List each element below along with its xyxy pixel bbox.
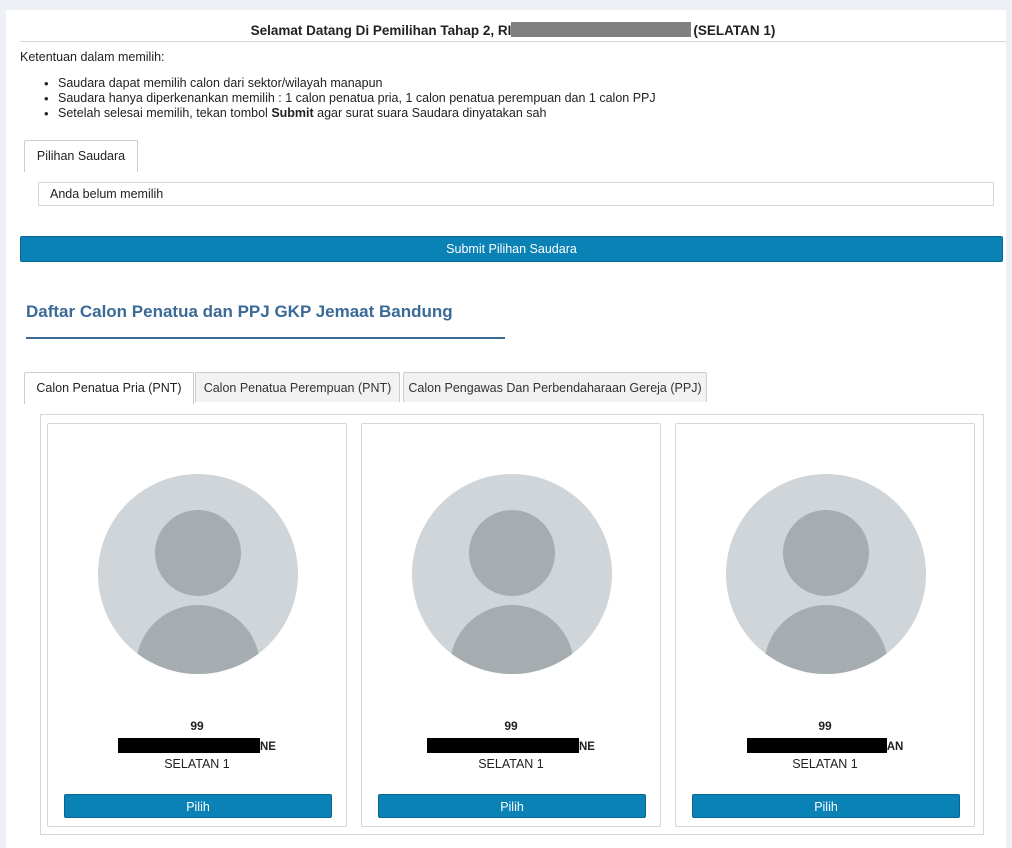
candidate-card: 99 NE SELATAN 1 Pilih: [47, 423, 347, 827]
rules-heading: Ketentuan dalam memilih:: [20, 50, 165, 64]
candidate-name-suffix: NE: [579, 741, 595, 753]
section-title: Daftar Calon Penatua dan PPJ GKP Jemaat …: [26, 302, 453, 321]
selection-display: Anda belum memilih: [38, 182, 994, 206]
tab-ppj[interactable]: Calon Pengawas Dan Perbendaharaan Gereja…: [403, 372, 707, 402]
candidate-area: SELATAN 1: [164, 757, 230, 771]
candidate-number: 99: [190, 719, 204, 733]
redacted-block: [427, 738, 579, 753]
title-divider: [20, 41, 1006, 42]
rule-item: Setelah selesai memilih, tekan tombol Su…: [44, 106, 656, 121]
candidate-area: SELATAN 1: [792, 757, 858, 771]
pilih-button[interactable]: Pilih: [378, 794, 646, 818]
redacted-block: [511, 22, 692, 37]
title-suffix: (SELATAN 1): [693, 23, 776, 38]
page-title: Selamat Datang Di Pemilihan Tahap 2, RI (…: [20, 22, 1006, 40]
candidate-number: 99: [818, 719, 832, 733]
pilih-button[interactable]: Pilih: [64, 794, 332, 818]
tab-penatua-perempuan[interactable]: Calon Penatua Perempuan (PNT): [195, 372, 400, 402]
candidate-name: NE: [362, 738, 660, 754]
rule-text-bold: Submit: [271, 106, 314, 120]
page: Selamat Datang Di Pemilihan Tahap 2, RI (…: [6, 10, 1006, 848]
candidate-name: NE: [48, 738, 346, 754]
candidate-card: 99 NE SELATAN 1 Pilih: [361, 423, 661, 827]
candidate-name-suffix: NE: [260, 741, 276, 753]
rule-item: Saudara hanya diperkenankan memilih : 1 …: [44, 91, 656, 106]
candidate-card: 99 AN SELATAN 1 Pilih: [675, 423, 975, 827]
tab-pilihan-saudara[interactable]: Pilihan Saudara: [24, 140, 138, 172]
rule-item: Saudara dapat memilih calon dari sektor/…: [44, 76, 656, 91]
rules-list: Saudara dapat memilih calon dari sektor/…: [44, 76, 656, 121]
title-prefix: Selamat Datang Di Pemilihan Tahap 2, RI: [250, 23, 512, 38]
candidate-name: AN: [676, 738, 974, 754]
redacted-block: [746, 738, 887, 753]
tab-penatua-pria[interactable]: Calon Penatua Pria (PNT): [24, 372, 194, 404]
rule-text: agar surat suara Saudara dinyatakan sah: [313, 106, 547, 120]
candidate-area: SELATAN 1: [478, 757, 544, 771]
section-divider: [26, 337, 505, 339]
candidate-grid: 99 NE SELATAN 1 Pilih 99 NE SELATAN 1 Pi…: [40, 414, 984, 835]
avatar-placeholder-icon: [412, 474, 612, 674]
pilih-button[interactable]: Pilih: [692, 794, 960, 818]
avatar-placeholder-icon: [726, 474, 926, 674]
submit-button[interactable]: Submit Pilihan Saudara: [20, 236, 1003, 262]
rule-text: Setelah selesai memilih, tekan tombol: [58, 106, 272, 120]
avatar-placeholder-icon: [98, 474, 298, 674]
redacted-block: [118, 738, 260, 753]
candidate-name-suffix: AN: [886, 741, 904, 753]
candidate-number: 99: [504, 719, 518, 733]
